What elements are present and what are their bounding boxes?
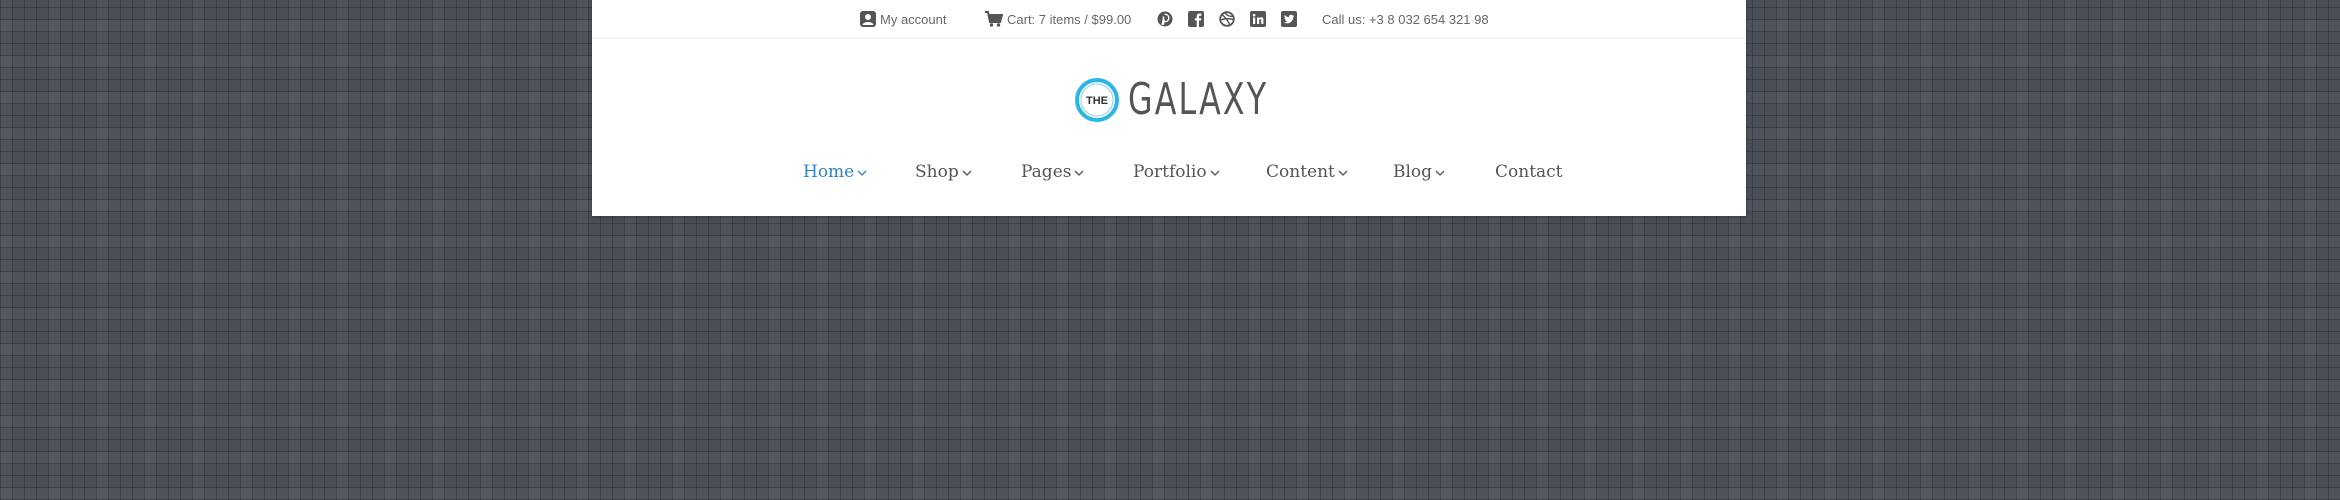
nav-home-label: Home	[803, 162, 855, 182]
nav-content-label: Content	[1266, 162, 1335, 182]
nav-pages[interactable]: Pages	[1021, 156, 1084, 188]
my-account-link[interactable]: My account	[860, 0, 946, 38]
chevron-down-icon	[962, 170, 972, 176]
chevron-down-icon	[857, 170, 867, 176]
top-bar: My account Cart: 7 items / $99.00 Call u…	[592, 0, 1746, 39]
cart-link[interactable]: Cart: 7 items / $99.00	[985, 0, 1131, 38]
cart-label: Cart: 7 items / $99.00	[1007, 11, 1132, 27]
nav-shop-label: Shop	[915, 162, 959, 182]
nav-blog-label: Blog	[1393, 162, 1433, 182]
nav-portfolio-label: Portfolio	[1133, 162, 1207, 182]
logo-name: GALAXY	[1128, 74, 1269, 125]
linkedin-icon[interactable]	[1250, 11, 1266, 27]
logo-badge-text: THE	[1086, 95, 1108, 107]
chevron-down-icon	[1075, 170, 1084, 176]
chevron-down-icon	[1210, 170, 1220, 176]
phone-contact: Call us: +3 8 032 654 321 98	[1322, 0, 1489, 38]
phone-label: Call us: +3 8 032 654 321 98	[1322, 11, 1489, 27]
site-header: My account Cart: 7 items / $99.00 Call u…	[592, 0, 1746, 216]
nav-contact-label: Contact	[1495, 162, 1563, 182]
nav-content[interactable]: Content	[1266, 156, 1348, 188]
site-logo[interactable]: THE GALAXY	[1074, 74, 1323, 126]
dribbble-icon[interactable]	[1219, 11, 1235, 27]
nav-contact[interactable]: Contact	[1495, 156, 1563, 188]
nav-portfolio[interactable]: Portfolio	[1133, 156, 1220, 188]
chevron-down-icon	[1435, 170, 1445, 176]
chevron-down-icon	[1338, 170, 1348, 176]
nav-shop[interactable]: Shop	[915, 156, 972, 188]
nav-blog[interactable]: Blog	[1393, 156, 1445, 188]
pinterest-icon[interactable]	[1157, 11, 1173, 27]
my-account-label: My account	[880, 11, 947, 27]
main-nav: Home Shop Pages Portfolio Content Blog C…	[592, 156, 1746, 188]
cart-icon	[985, 11, 1003, 27]
user-icon	[860, 11, 876, 27]
nav-home[interactable]: Home	[803, 156, 867, 188]
logo-badge: THE	[1074, 77, 1120, 123]
nav-pages-label: Pages	[1021, 162, 1072, 182]
facebook-icon[interactable]	[1188, 11, 1204, 27]
twitter-icon[interactable]	[1281, 11, 1297, 27]
